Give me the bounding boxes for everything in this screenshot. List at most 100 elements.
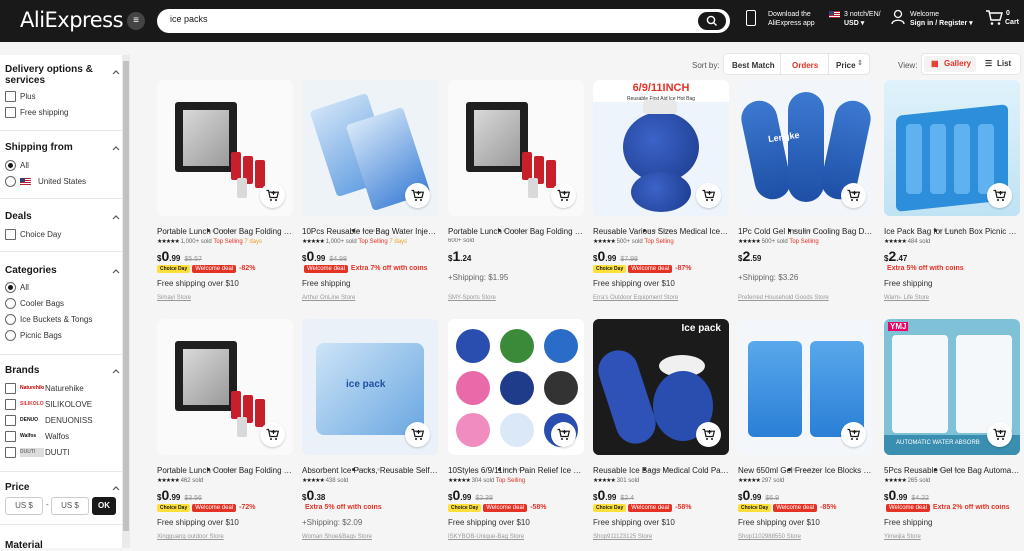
search-input[interactable]: ice packs	[170, 14, 208, 24]
product-image[interactable]	[738, 319, 874, 455]
store-link[interactable]: Woman Shoe&Bags Store	[302, 534, 372, 540]
image-carousel-dots[interactable]	[934, 458, 974, 471]
price-min-input[interactable]: US $	[5, 497, 43, 515]
sort-price[interactable]: Price	[836, 61, 856, 70]
store-link[interactable]: Shop911123125 Store	[593, 534, 652, 540]
product-image[interactable]	[157, 319, 293, 455]
product-title[interactable]: 10Styles 6/9/11inch Pain Relief Ice Bag …	[448, 466, 584, 475]
radio[interactable]	[5, 160, 16, 171]
product-title[interactable]: 10Pcs Reusable Ice Bag Water Injection I…	[302, 227, 438, 236]
product-title[interactable]: Portable Lunch Cooler Bag Folding Insula…	[157, 227, 293, 236]
checkbox[interactable]	[5, 229, 16, 240]
radio[interactable]	[5, 330, 16, 341]
store-link[interactable]: Preferred Household Goods Store	[738, 295, 829, 301]
view-list-button[interactable]: List	[985, 56, 1011, 72]
chevron-up-icon[interactable]	[112, 485, 120, 491]
sidebar-scrollbar[interactable]	[122, 55, 130, 548]
checkbox[interactable]	[5, 415, 16, 426]
image-carousel-dots[interactable]	[207, 458, 247, 471]
product-image[interactable]	[448, 80, 584, 216]
product-title[interactable]: Reusable Ice Bags Medical Cold Pack Spor…	[593, 466, 729, 475]
checkbox[interactable]	[5, 447, 16, 458]
add-to-cart-button[interactable]	[987, 183, 1012, 208]
image-carousel-dots[interactable]	[498, 458, 538, 471]
scrollbar-thumb[interactable]	[123, 61, 129, 531]
add-to-cart-button[interactable]	[260, 422, 285, 447]
category-menu-icon[interactable]: ≡	[127, 12, 145, 30]
account-menu[interactable]: Welcome Sign in / Register ▾	[891, 9, 973, 28]
store-link[interactable]: Simayi Store	[157, 295, 191, 301]
sort-orders[interactable]: Orders	[792, 61, 818, 70]
product-image[interactable]	[448, 319, 584, 455]
product-image[interactable]	[302, 80, 438, 216]
radio[interactable]	[5, 282, 16, 293]
search-bar[interactable]: ice packs	[157, 9, 730, 33]
product-image[interactable]: Ice pack	[593, 319, 729, 455]
checkbox[interactable]	[5, 399, 16, 410]
store-link[interactable]: Erra's Outdoor Equipment Store	[593, 295, 678, 301]
product-title[interactable]: 5Pcs Reusable Gel Ice Bag Automatic Wate…	[884, 466, 1020, 475]
view-gallery-button[interactable]: Gallery	[924, 56, 976, 72]
store-link[interactable]: Warm- Life Store	[884, 295, 929, 301]
cart-link[interactable]: 0 Cart	[985, 9, 1019, 28]
product-title[interactable]: 1Pc Cold Gel Insulin Cooling Bag Diabeti…	[738, 227, 874, 236]
chevron-up-icon[interactable]	[112, 214, 120, 220]
store-link[interactable]: Arthur OnLine Store	[302, 295, 355, 301]
delivery-title[interactable]: Delivery options & services	[5, 64, 93, 86]
product-title[interactable]: New 650ml Gel Freezer Ice Blocks Reusabl…	[738, 466, 874, 475]
image-carousel-dots[interactable]	[352, 219, 392, 232]
price-title[interactable]: Price	[5, 482, 29, 493]
radio[interactable]	[5, 176, 16, 187]
store-link[interactable]: ISKYBOB-Unique-Bag Store	[448, 534, 524, 540]
product-title[interactable]: Ice Pack Bag for Lunch Box Picnic Reusab…	[884, 227, 1020, 236]
add-to-cart-button[interactable]	[551, 422, 576, 447]
store-link[interactable]: Shop1102988550 Store	[738, 534, 801, 540]
product-image[interactable]: Lengke	[738, 80, 874, 216]
chevron-up-icon[interactable]	[112, 69, 120, 75]
add-to-cart-button[interactable]	[696, 183, 721, 208]
product-image[interactable]: 6/9/11INCH Reusable First Aid Ice Hot Bag	[593, 80, 729, 216]
image-carousel-dots[interactable]	[643, 219, 683, 232]
add-to-cart-button[interactable]	[987, 422, 1012, 447]
store-link[interactable]: SMY-Sports Store	[448, 295, 496, 301]
radio[interactable]	[5, 314, 16, 325]
product-image[interactable]	[884, 80, 1020, 216]
add-to-cart-button[interactable]	[405, 422, 430, 447]
checkbox[interactable]	[5, 383, 16, 394]
categories-title[interactable]: Categories	[5, 265, 57, 276]
chevron-up-icon[interactable]	[112, 368, 120, 374]
product-image[interactable]: ice pack	[302, 319, 438, 455]
product-title[interactable]: Reusable Various Sizes Medical Ice Bag C…	[593, 227, 729, 236]
checkbox[interactable]	[5, 431, 16, 442]
brands-title[interactable]: Brands	[5, 365, 39, 376]
radio[interactable]	[5, 298, 16, 309]
image-carousel-dots[interactable]	[643, 458, 683, 471]
search-button[interactable]	[698, 12, 726, 30]
product-title[interactable]: Absorbent Ice Packs, Reusable Self-Sucti…	[302, 466, 438, 475]
image-carousel-dots[interactable]	[788, 219, 828, 232]
product-title[interactable]: Portable Lunch Cooler Bag Folding Insula…	[448, 227, 584, 236]
checkbox[interactable]	[5, 107, 16, 118]
store-link[interactable]: Yimeijia Store	[884, 534, 921, 540]
shipping-from-title[interactable]: Shipping from	[5, 142, 73, 153]
chevron-up-icon[interactable]	[112, 268, 120, 274]
image-carousel-dots[interactable]	[498, 219, 538, 232]
sign-in-link[interactable]: Sign in / Register ▾	[910, 19, 980, 28]
deals-title[interactable]: Deals	[5, 211, 32, 222]
product-title[interactable]: Portable Lunch Cooler Bag Folding Insula…	[157, 466, 293, 475]
chevron-up-icon[interactable]	[112, 145, 120, 151]
add-to-cart-button[interactable]	[405, 183, 430, 208]
add-to-cart-button[interactable]	[696, 422, 721, 447]
language-currency[interactable]: 3 notch/EN/USD ▾	[829, 10, 881, 27]
add-to-cart-button[interactable]	[260, 183, 285, 208]
image-carousel-dots[interactable]	[788, 458, 828, 471]
product-image[interactable]: YMJ AUTOMATIC WATER ABSORB	[884, 319, 1020, 455]
store-link[interactable]: Xingguang outdoor Store	[157, 534, 224, 540]
add-to-cart-button[interactable]	[841, 183, 866, 208]
product-image[interactable]	[157, 80, 293, 216]
sort-best-match[interactable]: Best Match	[732, 61, 775, 70]
image-carousel-dots[interactable]	[352, 458, 392, 471]
image-carousel-dots[interactable]	[934, 219, 974, 232]
price-ok-button[interactable]: OK	[92, 497, 116, 515]
add-to-cart-button[interactable]	[841, 422, 866, 447]
